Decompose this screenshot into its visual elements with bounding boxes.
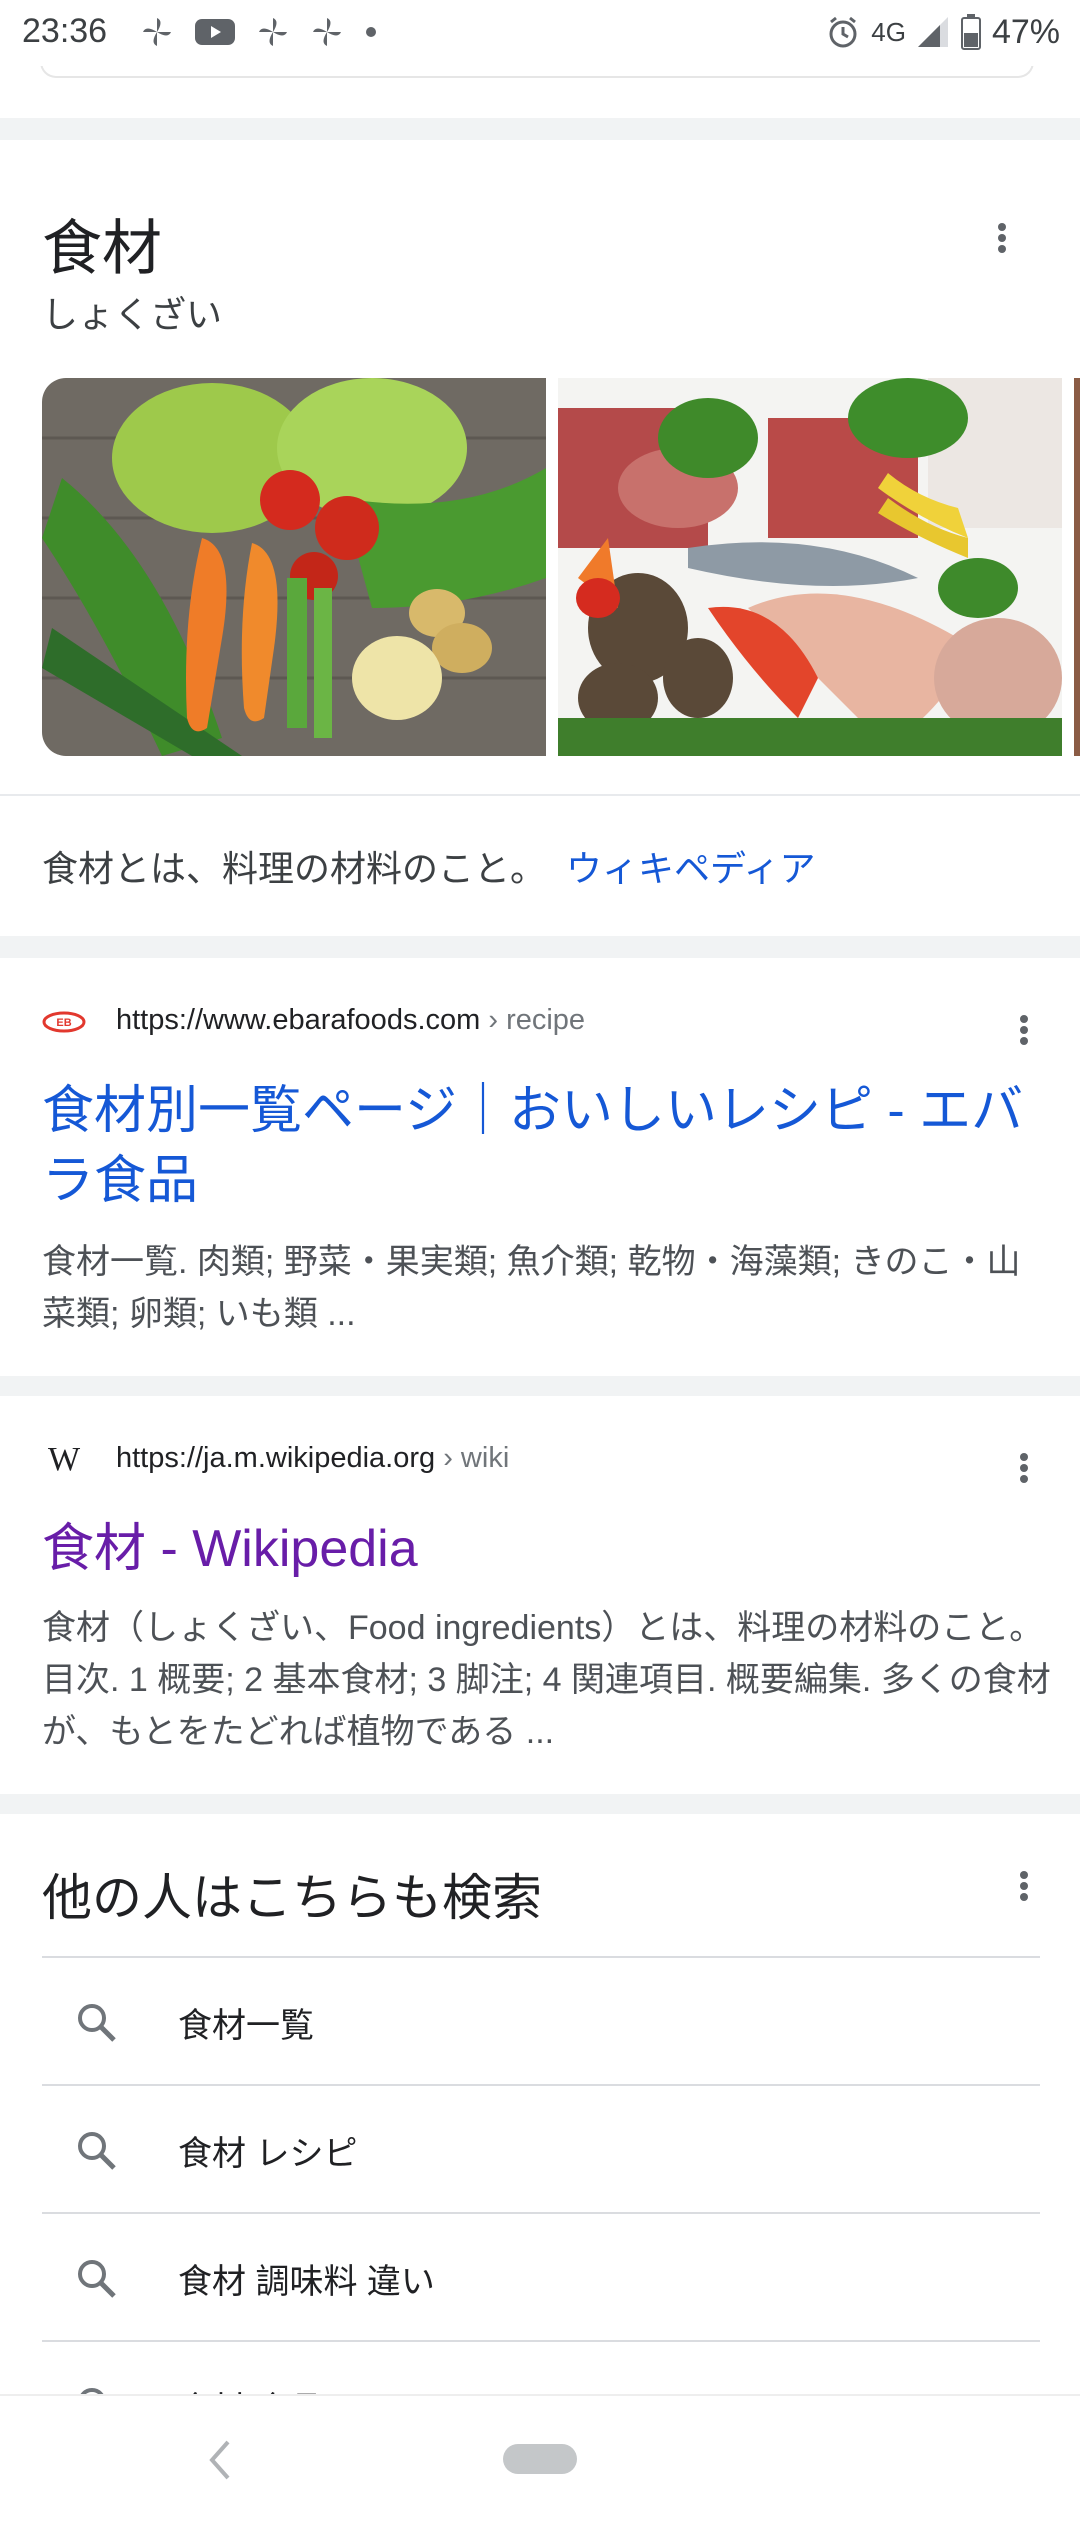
related-search-label: 食材 レシピ — [178, 2135, 358, 2173]
result-snippet: 食材（しょくざい、Food ingredients）とは、料理の材料のこと。 目… — [42, 1609, 1051, 1751]
vegetables-image[interactable] — [42, 378, 546, 756]
section-gap — [0, 1794, 1080, 1814]
kp-divider — [0, 794, 1080, 796]
kp-description-text: 食材とは、料理の材料のこと。 — [42, 848, 547, 889]
result-snippet: 食材一覧. 肉類; 野菜・果実類; 魚介類; 乾物・海藻類; きのこ・山菜類; … — [42, 1243, 1021, 1333]
result-url[interactable]: https://www.ebarafoods.com › recipe — [116, 1004, 585, 1037]
result-url[interactable]: https://ja.m.wikipedia.org › wiki — [116, 1442, 509, 1475]
kp-reading: しょくざい — [42, 294, 223, 335]
notification-icons — [140, 12, 378, 52]
related-heading: 他の人はこちらも検索 — [42, 1870, 542, 1926]
pinwheel-icon — [143, 18, 171, 46]
search-icon — [78, 2132, 116, 2170]
navigation-bar — [0, 2394, 1080, 2522]
network-type: 4G — [871, 16, 906, 47]
pinwheel-icon — [313, 18, 341, 46]
result-url-domain: https://ja.m.wikipedia.org — [116, 1442, 436, 1474]
more-options-icon[interactable] — [982, 218, 1022, 258]
section-gap — [0, 1376, 1080, 1396]
wikipedia-source-link[interactable]: ウィキペディア — [566, 848, 815, 889]
ebara-logo-icon: EB — [42, 1000, 86, 1044]
alarm-icon — [829, 16, 857, 48]
next-image-peek[interactable] — [1074, 378, 1080, 756]
meat-and-seafood-image[interactable] — [558, 378, 1062, 756]
knowledge-panel: 食材 しょくざい 食材とは、料理の材料のこと。 ウィキペディア — [0, 140, 1080, 936]
section-gap — [0, 118, 1080, 140]
result-title-link[interactable]: 食材 - Wikipedia — [42, 1514, 1042, 1584]
related-searches: 他の人はこちらも検索 食材一覧 食材 レシピ 食材 調味料 違い 食材 食品 — [0, 1814, 1080, 2454]
search-result: W https://ja.m.wikipedia.org › wiki 食材 -… — [0, 1396, 1080, 1794]
kp-description: 食材とは、料理の材料のこと。 ウィキペディア — [42, 840, 816, 892]
status-bar: 23:36 4G 47% — [0, 0, 1080, 66]
back-icon[interactable] — [200, 2436, 240, 2484]
home-pill[interactable] — [503, 2444, 577, 2474]
signal-icon — [917, 17, 948, 47]
kp-image-carousel[interactable] — [42, 378, 1080, 756]
more-options-icon[interactable] — [1004, 1866, 1044, 1906]
search-icon — [78, 2260, 116, 2298]
svg-text:EB: EB — [56, 1017, 71, 1029]
search-result: EB https://www.ebarafoods.com › recipe 食… — [0, 958, 1080, 1376]
wikipedia-icon: W — [47, 1441, 81, 1478]
status-right: 4G 47% — [825, 10, 1060, 54]
result-title-link[interactable]: 食材別一覧ページ｜おいしいレシピ - エバラ食品 — [42, 1076, 1042, 1216]
dot-icon — [366, 27, 376, 37]
kp-title: 食材 — [42, 215, 162, 282]
result-url-crumb: › wiki — [443, 1442, 510, 1474]
related-search-item[interactable]: 食材 調味料 違い — [42, 2212, 1040, 2342]
related-search-label: 食材 調味料 違い — [178, 2263, 435, 2301]
related-search-item[interactable]: 食材 レシピ — [42, 2084, 1040, 2214]
result-url-crumb: › recipe — [488, 1004, 586, 1036]
search-icon — [78, 2004, 116, 2042]
youtube-icon — [195, 19, 235, 45]
result-url-domain: https://www.ebarafoods.com — [116, 1004, 481, 1036]
pinwheel-icon — [259, 18, 287, 46]
section-gap — [0, 936, 1080, 958]
related-search-label: 食材一覧 — [178, 2007, 314, 2045]
more-options-icon[interactable] — [1004, 1448, 1044, 1488]
status-time: 23:36 — [22, 12, 108, 50]
battery-percent: 47% — [991, 12, 1060, 51]
related-search-item[interactable]: 食材一覧 — [42, 1956, 1040, 2086]
more-options-icon[interactable] — [1004, 1010, 1044, 1050]
battery-icon — [960, 14, 981, 50]
